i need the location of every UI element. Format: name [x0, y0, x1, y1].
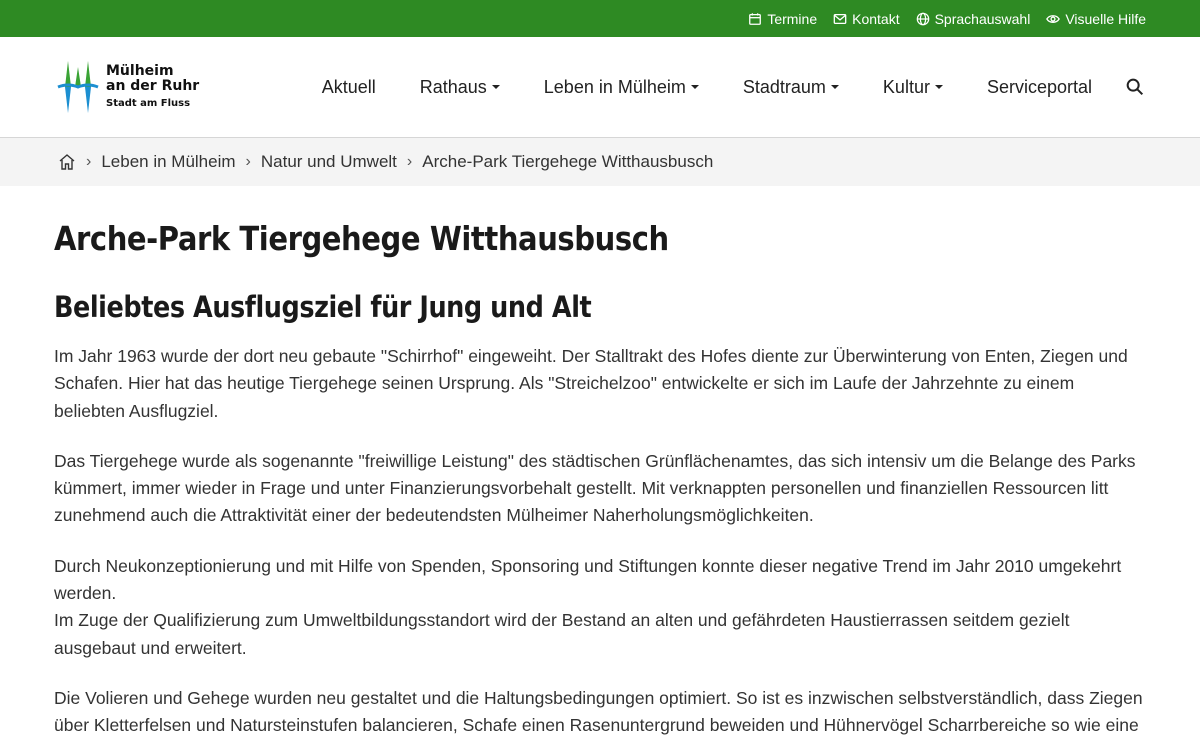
calendar-icon [749, 12, 762, 25]
paragraph-text: Im Jahr 1963 wurde der dort neu gebaute … [54, 346, 1128, 421]
logo-line-2: an der Ruhr [106, 77, 200, 94]
nav-item-kultur[interactable]: Kultur [883, 77, 943, 98]
caret-down-icon [934, 85, 943, 89]
breadcrumb-item-leben[interactable]: Leben in Mülheim [101, 152, 235, 172]
utility-bar: Termine Kontakt Sprachauswahl Visuelle H… [0, 0, 1200, 37]
visuelle-hilfe-link[interactable]: Visuelle Hilfe [1046, 11, 1146, 27]
nav-item-rathaus[interactable]: Rathaus [420, 77, 500, 98]
chevron-right-icon: › [406, 153, 413, 170]
nav-item-label: Aktuell [321, 76, 376, 97]
logo-line-3: Stadt am Fluss [106, 97, 191, 109]
visuelle-hilfe-label: Visuelle Hilfe [1065, 10, 1146, 27]
breadcrumb-item-current: Arche-Park Tiergehege Witthausbusch [422, 152, 714, 171]
nav-item-label: Rathaus [419, 76, 487, 97]
mail-icon [833, 13, 847, 24]
kontakt-link[interactable]: Kontakt [833, 10, 900, 27]
chevron-right-icon: › [245, 153, 251, 170]
breadcrumb-item-natur[interactable]: Natur und Umwelt [261, 152, 397, 172]
main-nav: Aktuell Rathaus Leben in Mülheim Stadtra… [322, 76, 1146, 98]
nav-item-label: Serviceportal [986, 76, 1092, 97]
termine-label: Termine [767, 10, 818, 27]
nav-item-label: Stadtraum [742, 76, 826, 97]
city-logo-icon [57, 61, 99, 113]
termine-link[interactable]: Termine [748, 11, 817, 27]
nav-item-label: Leben in Mülheim [543, 76, 686, 97]
breadcrumb: › Leben in Mülheim › Natur und Umwelt › … [0, 138, 1200, 186]
logo-line-1: Mülheim [106, 62, 174, 79]
main-header: Mülheim an der Ruhr Stadt am Fluss Aktue… [0, 37, 1200, 138]
page-title: Arche-Park Tiergehege Witthausbusch [54, 219, 669, 258]
nav-item-aktuell[interactable]: Aktuell [322, 77, 376, 98]
caret-down-icon [690, 85, 699, 89]
paragraph: Im Jahr 1963 wurde der dort neu gebaute … [54, 343, 1146, 425]
paragraph: Das Tiergehege wurde als sogenannte "fre… [54, 448, 1146, 530]
page-subtitle: Beliebtes Ausflugsziel für Jung und Alt [54, 290, 592, 324]
sprachauswahl-label: Sprachauswahl [934, 10, 1031, 27]
paragraph-text: Das Tiergehege wurde als sogenannte "fre… [54, 450, 1136, 526]
paragraph-text: Die Volieren und Gehege wurden neu gesta… [54, 687, 1143, 736]
nav-item-serviceportal[interactable]: Serviceportal [987, 77, 1092, 98]
nav-item-leben-in-muelheim[interactable]: Leben in Mülheim [544, 77, 699, 98]
main-content: Arche-Park Tiergehege Witthausbusch Beli… [0, 219, 1200, 740]
home-icon[interactable] [58, 153, 76, 171]
nav-item-label: Kultur [882, 76, 930, 97]
caret-down-icon [830, 85, 839, 89]
paragraph: Durch Neukonzeptionierung und mit Hilfe … [54, 553, 1146, 662]
globe-icon [916, 12, 929, 25]
paragraph: Die Volieren und Gehege wurden neu gesta… [54, 685, 1146, 740]
paragraph-text: Durch Neukonzeptionierung und mit Hilfe … [54, 555, 1122, 604]
city-logo[interactable]: Mülheim an der Ruhr Stadt am Fluss [56, 57, 206, 117]
search-icon[interactable] [1124, 76, 1146, 98]
eye-icon [1046, 14, 1061, 23]
kontakt-label: Kontakt [852, 10, 900, 27]
paragraph-text: Im Zuge der Qualifizierung zum Umweltbil… [54, 610, 1070, 658]
caret-down-icon [491, 85, 500, 89]
sprachauswahl-link[interactable]: Sprachauswahl [916, 10, 1031, 27]
chevron-right-icon: › [86, 153, 92, 170]
nav-item-stadtraum[interactable]: Stadtraum [743, 77, 839, 98]
